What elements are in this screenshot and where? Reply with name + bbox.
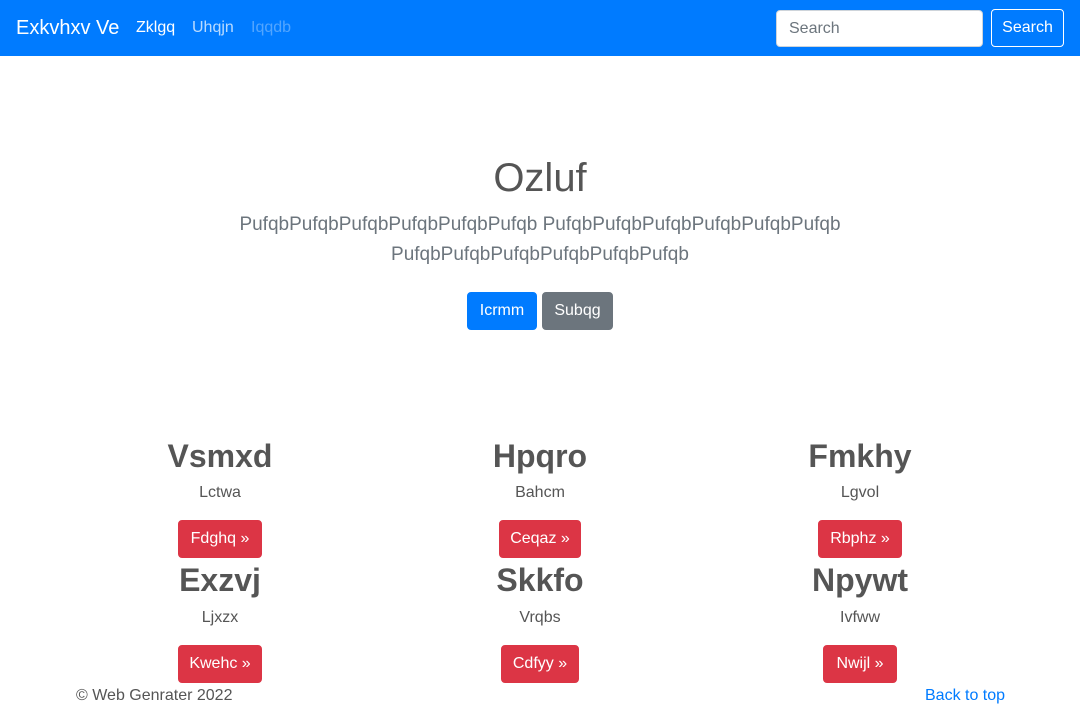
column-title: Fmkhy [808,438,912,474]
footer-copyright: © Web Genrater 2022 [76,687,233,704]
nav-link-uhqjn[interactable]: Uhqjn [192,18,234,38]
column-text: Lctwa [199,484,241,501]
hero-primary-button[interactable]: Icrmm [467,292,537,330]
back-to-top-link[interactable]: Back to top [925,686,1005,706]
hero-lead: PufqbPufqbPufqbPufqbPufqbPufqb PufqbPufq… [239,214,841,265]
hero-secondary-button[interactable]: Subqg [542,292,613,330]
column-text: Ljxzx [201,609,239,626]
column-title: Npywt [812,562,908,598]
column-title: Vsmxd [167,438,273,474]
search-input[interactable] [776,10,983,47]
column-button[interactable]: Rbphz » [818,520,902,558]
navbar-brand[interactable]: Exkvhxv Ve [16,16,119,40]
column-button[interactable]: Fdghq » [178,520,262,558]
column-title: Hpqro [492,438,588,474]
column-button[interactable]: Ceqaz » [499,520,581,558]
nav-link-iqqdb[interactable]: Iqqdb [251,18,291,38]
column-title: Skkfo [496,562,584,598]
column-button[interactable]: Cdfyy » [501,645,579,683]
navbar: Exkvhxv Ve Zklgq Uhqjn Iqqdb Search [0,0,1080,56]
column-title: Exzvj [179,562,261,598]
hero-title: Ozluf [493,156,587,200]
column-text: Bahcm [515,484,565,501]
column-button[interactable]: Kwehc » [178,645,262,683]
search-button[interactable]: Search [991,9,1064,47]
column-text: Vrqbs [519,609,561,626]
column-text: Ivfww [840,609,880,626]
column-text: Lgvol [840,484,880,501]
column-button[interactable]: Nwijl » [823,645,897,683]
nav-link-zklgq[interactable]: Zklgq [136,18,175,38]
